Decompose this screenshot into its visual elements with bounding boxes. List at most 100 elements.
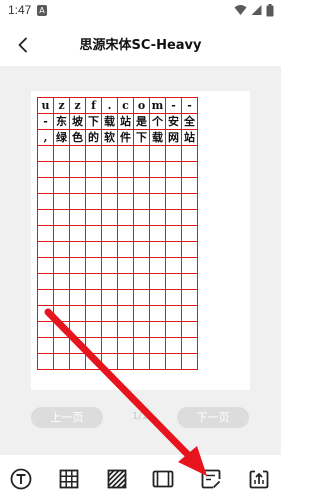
- notification-icon: A: [37, 5, 47, 16]
- grid-cell: [85, 161, 102, 178]
- grid-cell: [133, 353, 150, 370]
- grid-cell: [37, 177, 54, 194]
- grid-cell: [69, 241, 86, 258]
- grid-cell: [165, 337, 182, 354]
- grid-cell: [181, 193, 198, 210]
- grid-cell: [181, 321, 198, 338]
- grid-cell: z: [69, 97, 86, 114]
- grid-cell: [69, 177, 86, 194]
- hatch-pattern-icon: [107, 469, 127, 489]
- grid-cell: [37, 161, 54, 178]
- grid-cell: -: [181, 97, 198, 114]
- grid-cell: [85, 337, 102, 354]
- grid-cell: 软: [101, 129, 118, 146]
- grid-cell: [149, 305, 166, 322]
- grid-cell: [181, 353, 198, 370]
- grid-cell: [149, 241, 166, 258]
- grid-cell: [85, 273, 102, 290]
- grid-cell: [149, 353, 166, 370]
- grid-row: [37, 353, 198, 370]
- grid-cell: [69, 273, 86, 290]
- grid-cell: [85, 145, 102, 162]
- grid-cell: [181, 337, 198, 354]
- grid-cell: -: [165, 97, 182, 114]
- grid-cell: [117, 145, 134, 162]
- status-bar: 1:47 A: [0, 0, 281, 24]
- grid-cell: [165, 289, 182, 306]
- grid-cell: [37, 321, 54, 338]
- grid-cell: [117, 241, 134, 258]
- grid-row: [37, 177, 198, 194]
- grid-cell: [37, 145, 54, 162]
- grid-cell: [181, 161, 198, 178]
- grid-style-button[interactable]: [57, 467, 81, 491]
- grid-cell: [149, 145, 166, 162]
- grid-cell: 下: [133, 129, 150, 146]
- grid-cell: [85, 193, 102, 210]
- grid-cell: 全: [181, 113, 198, 130]
- grid-cell: [117, 177, 134, 194]
- grid-cell: [101, 161, 118, 178]
- grid-cell: [101, 225, 118, 242]
- grid-cell: [181, 305, 198, 322]
- grid-row: ,绿色的软件下载网站: [37, 129, 198, 146]
- grid-cell: [133, 209, 150, 226]
- grid-cell: [117, 225, 134, 242]
- grid-cell: c: [117, 97, 134, 114]
- export-button[interactable]: [247, 467, 271, 491]
- grid-row: [37, 193, 198, 210]
- grid-cell: 站: [181, 129, 198, 146]
- preview-area: uzzf.com---东坡下载站是个安全,绿色的软件下载网站 上一页 1/1 下…: [0, 66, 281, 455]
- grid-cell: [165, 321, 182, 338]
- grid-cell: [101, 145, 118, 162]
- edit-note-button[interactable]: [199, 467, 223, 491]
- grid-cell: [165, 305, 182, 322]
- grid-cell: [149, 273, 166, 290]
- grid-cell: 件: [117, 129, 134, 146]
- grid-cell: [85, 305, 102, 322]
- export-icon: [249, 470, 269, 489]
- pattern-button[interactable]: [105, 467, 129, 491]
- grid-cell: 载: [149, 129, 166, 146]
- grid-cell: [181, 177, 198, 194]
- next-page-button[interactable]: 下一页: [177, 407, 249, 428]
- grid-cell: [117, 289, 134, 306]
- grid-cell: [85, 257, 102, 274]
- grid-cell: 网: [165, 129, 182, 146]
- grid-cell: [53, 337, 70, 354]
- character-grid: uzzf.com---东坡下载站是个安全,绿色的软件下载网站: [37, 97, 198, 370]
- prev-page-button[interactable]: 上一页: [31, 407, 103, 428]
- grid-cell: [69, 193, 86, 210]
- grid-row: [37, 225, 198, 242]
- grid-cell: [85, 241, 102, 258]
- grid-cell: [133, 225, 150, 242]
- grid-style-icon: [59, 469, 79, 489]
- grid-cell: [85, 289, 102, 306]
- grid-cell: [53, 241, 70, 258]
- grid-cell: [181, 257, 198, 274]
- grid-cell: [165, 273, 182, 290]
- grid-cell: [165, 161, 182, 178]
- grid-cell: [85, 353, 102, 370]
- grid-cell: [117, 305, 134, 322]
- signal-icon: [251, 5, 262, 15]
- grid-cell: [133, 337, 150, 354]
- grid-cell: [181, 273, 198, 290]
- text-style-button[interactable]: [9, 467, 33, 491]
- paper-frame-button[interactable]: [151, 467, 175, 491]
- grid-cell: [149, 209, 166, 226]
- grid-cell: [101, 241, 118, 258]
- grid-cell: [37, 337, 54, 354]
- grid-cell: [69, 209, 86, 226]
- grid-cell: .: [101, 97, 118, 114]
- grid-cell: [69, 257, 86, 274]
- grid-cell: [133, 289, 150, 306]
- grid-row: [37, 209, 198, 226]
- grid-cell: [165, 145, 182, 162]
- grid-cell: [165, 177, 182, 194]
- grid-cell: [133, 305, 150, 322]
- grid-cell: [53, 273, 70, 290]
- paper-preview: uzzf.com---东坡下载站是个安全,绿色的软件下载网站: [31, 91, 250, 390]
- grid-cell: [181, 241, 198, 258]
- grid-cell: 是: [133, 113, 150, 130]
